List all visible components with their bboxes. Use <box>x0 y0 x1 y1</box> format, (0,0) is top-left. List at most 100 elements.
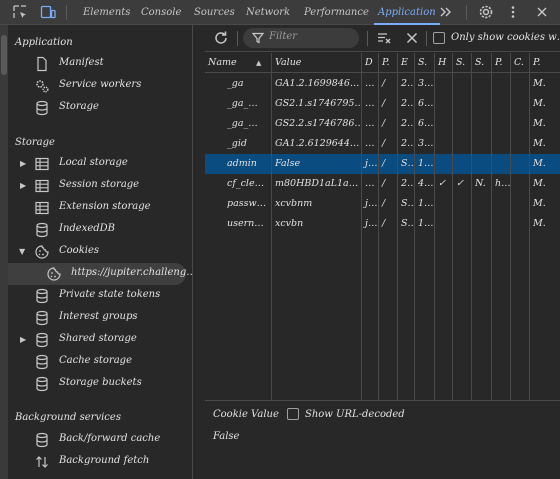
column-header-size[interactable]: S. <box>415 53 435 73</box>
column-divider[interactable] <box>434 53 435 400</box>
settings-gear-icon[interactable] <box>478 4 494 20</box>
sidebar-item-session-storage[interactable]: ▶ Session storage <box>8 175 186 197</box>
column-header-expires[interactable]: E <box>398 53 415 73</box>
sidebar-item-back-forward-cache[interactable]: Back/forward cache <box>8 429 186 451</box>
cell-priority: M. <box>533 98 546 109</box>
cookie-value-text[interactable]: False <box>213 431 239 442</box>
column-header-value[interactable]: Value <box>272 53 362 73</box>
column-divider[interactable] <box>471 53 472 400</box>
cell-value: xcvbnm <box>275 198 313 209</box>
expand-arrow-icon[interactable]: ▶ <box>20 335 28 345</box>
devtools-tabbar: Elements Console Sources Network Perform… <box>0 0 560 25</box>
cell-expires: 2… <box>401 178 415 189</box>
cell-expires: S… <box>401 218 415 229</box>
sidebar-item-shared-storage[interactable]: ▶ Shared storage <box>8 329 186 351</box>
toolbar-divider <box>367 31 368 46</box>
table-row[interactable]: cf_cle… m80HBD1aL1a… … / 2… 4… ✓ ✓ N. h… M. <box>205 174 560 194</box>
column-header-httponly[interactable]: H <box>435 53 453 73</box>
sidebar-scrollbar[interactable] <box>0 25 8 479</box>
close-devtools-icon[interactable] <box>534 4 550 20</box>
cell-cross-site <box>511 174 530 194</box>
cell-path: / <box>382 158 386 169</box>
cell-name: _ga_… <box>227 98 258 109</box>
sidebar-item-private-state-tokens[interactable]: Private state tokens <box>8 285 186 307</box>
cell-secure <box>453 194 472 214</box>
table-row[interactable]: usern… xcvbn j… / S…1… M. <box>205 214 560 234</box>
column-header-cross-site[interactable]: C. <box>511 53 530 73</box>
column-divider[interactable] <box>529 53 530 400</box>
document-icon <box>34 56 50 72</box>
sidebar-item-storage-buckets[interactable]: Storage buckets <box>8 373 186 395</box>
cell-domain: j… <box>365 198 378 209</box>
column-header-priority[interactable]: P. <box>530 53 560 73</box>
sidebar-item-cookie-origin[interactable]: https://jupiter.challeng… <box>8 263 192 285</box>
cell-value: GS2.1.s1746795… <box>275 98 362 109</box>
delete-selected-icon[interactable] <box>404 30 420 46</box>
cell-secure <box>453 114 472 134</box>
expand-arrow-icon[interactable]: ▶ <box>20 159 28 169</box>
more-options-icon[interactable] <box>505 4 521 20</box>
column-header-partition-key[interactable]: P. <box>492 53 511 73</box>
sidebar-item-label: https://jupiter.challeng… <box>71 267 193 278</box>
device-toolbar-icon[interactable] <box>40 4 56 20</box>
cell-httponly <box>435 114 453 134</box>
table-row[interactable]: _ga_… GS2.2.s1746786…… / 2… 6… M. <box>205 114 560 134</box>
table-row[interactable]: _ga GA1.2.1699846… … / 2… 3… M. <box>205 74 560 94</box>
only-issues-checkbox[interactable] <box>433 32 445 44</box>
cell-expires: 2… <box>401 78 415 89</box>
cell-path: / <box>382 178 386 189</box>
sidebar-item-service-workers[interactable]: Service workers <box>8 75 186 97</box>
cell-cross-site <box>511 94 530 114</box>
cell-value: xcvbn <box>275 218 304 229</box>
tab-sources[interactable]: Sources <box>194 0 235 25</box>
sidebar-item-indexeddb[interactable]: IndexedDB <box>8 219 186 241</box>
collapse-arrow-icon[interactable]: ▼ <box>19 247 27 257</box>
cell-httponly <box>435 134 453 154</box>
column-divider[interactable] <box>491 53 492 400</box>
column-divider[interactable] <box>271 53 272 400</box>
cell-path: / <box>382 138 386 149</box>
tab-console[interactable]: Console <box>141 0 181 25</box>
table-row[interactable]: passw… xcvbnm j… / S…1… M. <box>205 194 560 214</box>
column-divider[interactable] <box>361 53 362 400</box>
filter-input[interactable]: Filter <box>243 28 359 48</box>
clear-filtered-cookies-icon[interactable] <box>376 30 392 46</box>
cell-name: _gid <box>227 138 247 149</box>
inspect-element-icon[interactable] <box>12 4 28 20</box>
column-divider[interactable] <box>378 53 379 400</box>
column-header-domain[interactable]: D <box>362 53 379 73</box>
column-divider[interactable] <box>414 53 415 400</box>
tab-elements[interactable]: Elements <box>83 0 130 25</box>
column-header-secure[interactable]: S. <box>453 53 472 73</box>
column-divider[interactable] <box>510 53 511 400</box>
sidebar-item-storage[interactable]: Storage <box>8 97 186 119</box>
column-divider[interactable] <box>452 53 453 400</box>
sidebar-item-local-storage[interactable]: ▶ Local storage <box>8 153 186 175</box>
column-header-path[interactable]: P. <box>379 53 398 73</box>
gears-icon <box>34 78 50 94</box>
column-divider[interactable] <box>397 53 398 400</box>
tab-performance[interactable]: Performance <box>304 0 369 25</box>
show-url-decoded-checkbox[interactable] <box>287 408 299 420</box>
refresh-icon[interactable] <box>213 30 229 46</box>
sidebar-item-cookies[interactable]: ▼ Cookies <box>8 241 186 263</box>
sidebar-item-extension-storage[interactable]: Extension storage <box>8 197 186 219</box>
expand-arrow-icon[interactable]: ▶ <box>20 181 28 191</box>
table-row[interactable]: _ga_… GS2.1.s1746795…… / 2… 6… M. <box>205 94 560 114</box>
cell-size: 1… <box>418 198 434 209</box>
sidebar-item-interest-groups[interactable]: Interest groups <box>8 307 186 329</box>
cell-httponly <box>435 154 453 174</box>
sidebar-item-manifest[interactable]: Manifest <box>8 53 186 75</box>
more-tabs-icon[interactable] <box>438 4 454 20</box>
tab-network[interactable]: Network <box>246 0 290 25</box>
table-row[interactable]: _gid GA1.2.6129644… … / 2… 3… M. <box>205 134 560 154</box>
sidebar-item-background-fetch[interactable]: Background fetch <box>8 451 186 473</box>
table-header: Name ▲ Value D P. E S. H S. S. P. C. P. <box>205 53 560 73</box>
sidebar-item-cache-storage[interactable]: Cache storage <box>8 351 186 373</box>
table-row[interactable]: admin False j… / S…1… M. <box>205 154 560 174</box>
sidebar-scroll-thumb[interactable] <box>1 35 7 75</box>
cell-secure <box>453 134 472 154</box>
cell-path: / <box>382 98 386 109</box>
column-header-samesite[interactable]: S. <box>472 53 492 73</box>
tab-application[interactable]: Application <box>374 0 440 25</box>
